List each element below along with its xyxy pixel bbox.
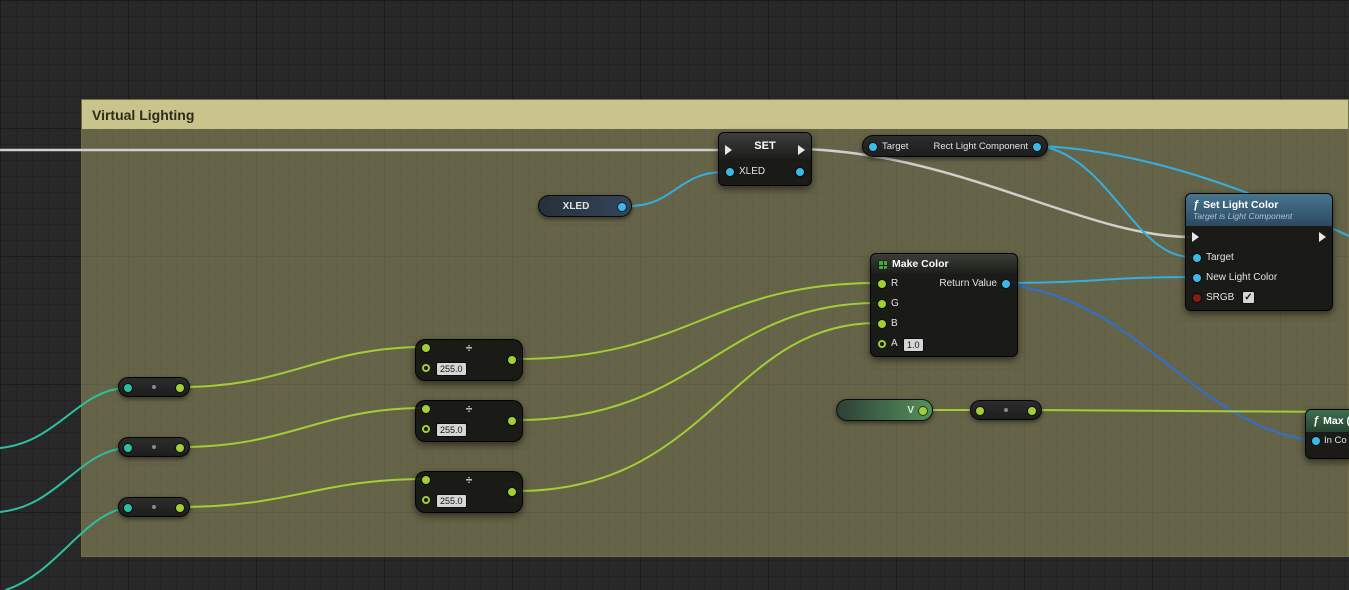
g-label: G [891, 298, 899, 309]
a-value-field[interactable]: 1.0 [903, 338, 924, 352]
exec-in-pin[interactable] [725, 145, 732, 155]
xled-input-label: XLED [739, 166, 765, 177]
divisor-value-field[interactable]: 255.0 [436, 362, 467, 376]
comment-box-virtual-lighting: Virtual Lighting [81, 99, 1349, 557]
conversion-pill-1[interactable] [118, 377, 190, 397]
r-pin[interactable] [878, 280, 886, 288]
conversion-output-pin[interactable] [1028, 407, 1036, 415]
conversion-input-pin[interactable] [124, 444, 132, 452]
srgb-label: SRGB [1206, 292, 1234, 303]
rect-light-component-node[interactable]: Target Rect Light Component [862, 135, 1048, 157]
conversion-dot-icon [1004, 408, 1008, 412]
set-light-color-subtitle: Target is Light Component [1193, 211, 1292, 221]
target-pin-label: Target [1206, 252, 1234, 263]
conversion-pill-2[interactable] [118, 437, 190, 457]
a-pin[interactable] [878, 340, 886, 348]
exec-out-pin[interactable] [798, 145, 805, 155]
xled-output-pin[interactable] [796, 168, 804, 176]
new-light-color-label: New Light Color [1206, 272, 1277, 283]
function-icon: ƒ [1313, 415, 1319, 427]
target-label: Target [882, 141, 908, 152]
conversion-pill-3[interactable] [118, 497, 190, 517]
new-light-color-pin[interactable] [1193, 274, 1201, 282]
xled-getter-label: XLED [539, 201, 613, 212]
blueprint-graph-canvas[interactable]: Virtual Lighting SET XLED XLED [0, 0, 1349, 590]
srgb-pin[interactable] [1193, 294, 1201, 302]
rect-light-component-label: Rect Light Component [933, 141, 1028, 152]
result-pin[interactable] [508, 356, 516, 364]
set-xled-node[interactable]: SET XLED [718, 132, 812, 186]
exec-out-pin[interactable] [1319, 232, 1326, 242]
target-input-pin[interactable] [869, 143, 877, 151]
max-node[interactable]: ƒ Max ( In Co [1305, 409, 1349, 459]
struct-icon [878, 260, 887, 269]
xled-getter-output-pin[interactable] [618, 203, 626, 211]
v-getter-label: V [907, 405, 914, 416]
dividend-pin[interactable] [422, 344, 430, 352]
conversion-input-pin[interactable] [124, 504, 132, 512]
divisor-value-field[interactable]: 255.0 [436, 423, 467, 437]
component-output-pin[interactable] [1033, 143, 1041, 151]
g-pin[interactable] [878, 300, 886, 308]
divide-operator: ÷ [416, 341, 522, 355]
make-color-node[interactable]: Make Color R Return Value G B A 1.0 [870, 253, 1018, 357]
divide-operator: ÷ [416, 473, 522, 487]
exec-in-pin[interactable] [1192, 232, 1199, 242]
conversion-dot-icon [152, 505, 156, 509]
set-light-color-node[interactable]: ƒ Set Light Color Target is Light Compon… [1185, 193, 1333, 311]
divide-node-3[interactable]: ÷ 255.0 [415, 471, 523, 513]
comment-title: Virtual Lighting [92, 107, 194, 123]
xled-getter-node[interactable]: XLED [538, 195, 632, 217]
divisor-pin[interactable] [422, 364, 430, 372]
conversion-dot-icon [152, 445, 156, 449]
return-value-label: Return Value [939, 278, 997, 289]
max-input-pin[interactable] [1312, 437, 1320, 445]
function-icon: ƒ [1193, 199, 1199, 211]
result-pin[interactable] [508, 488, 516, 496]
srgb-checkbox[interactable]: ✓ [1242, 291, 1255, 304]
b-pin[interactable] [878, 320, 886, 328]
conversion-pill-4[interactable] [970, 400, 1042, 420]
max-input-label: In Co [1324, 435, 1347, 446]
b-label: B [891, 318, 898, 329]
v-output-pin[interactable] [919, 407, 927, 415]
conversion-output-pin[interactable] [176, 444, 184, 452]
conversion-input-pin[interactable] [124, 384, 132, 392]
v-getter-node[interactable]: V [836, 399, 933, 421]
divisor-value-field[interactable]: 255.0 [436, 494, 467, 508]
result-pin[interactable] [508, 417, 516, 425]
return-value-pin[interactable] [1002, 280, 1010, 288]
divide-node-2[interactable]: ÷ 255.0 [415, 400, 523, 442]
xled-input-pin[interactable] [726, 168, 734, 176]
divide-node-1[interactable]: ÷ 255.0 [415, 339, 523, 381]
conversion-output-pin[interactable] [176, 384, 184, 392]
a-label: A [891, 338, 898, 349]
set-node-title: SET [754, 140, 775, 152]
conversion-input-pin[interactable] [976, 407, 984, 415]
divisor-pin[interactable] [422, 496, 430, 504]
target-pin[interactable] [1193, 254, 1201, 262]
comment-header[interactable]: Virtual Lighting [82, 100, 1348, 129]
dividend-pin[interactable] [422, 476, 430, 484]
divide-operator: ÷ [416, 402, 522, 416]
max-node-title: Max ( [1323, 415, 1349, 427]
conversion-output-pin[interactable] [176, 504, 184, 512]
dividend-pin[interactable] [422, 405, 430, 413]
divisor-pin[interactable] [422, 425, 430, 433]
set-light-color-title: Set Light Color [1203, 199, 1278, 211]
make-color-title: Make Color [892, 258, 949, 270]
r-label: R [891, 278, 898, 289]
conversion-dot-icon [152, 385, 156, 389]
